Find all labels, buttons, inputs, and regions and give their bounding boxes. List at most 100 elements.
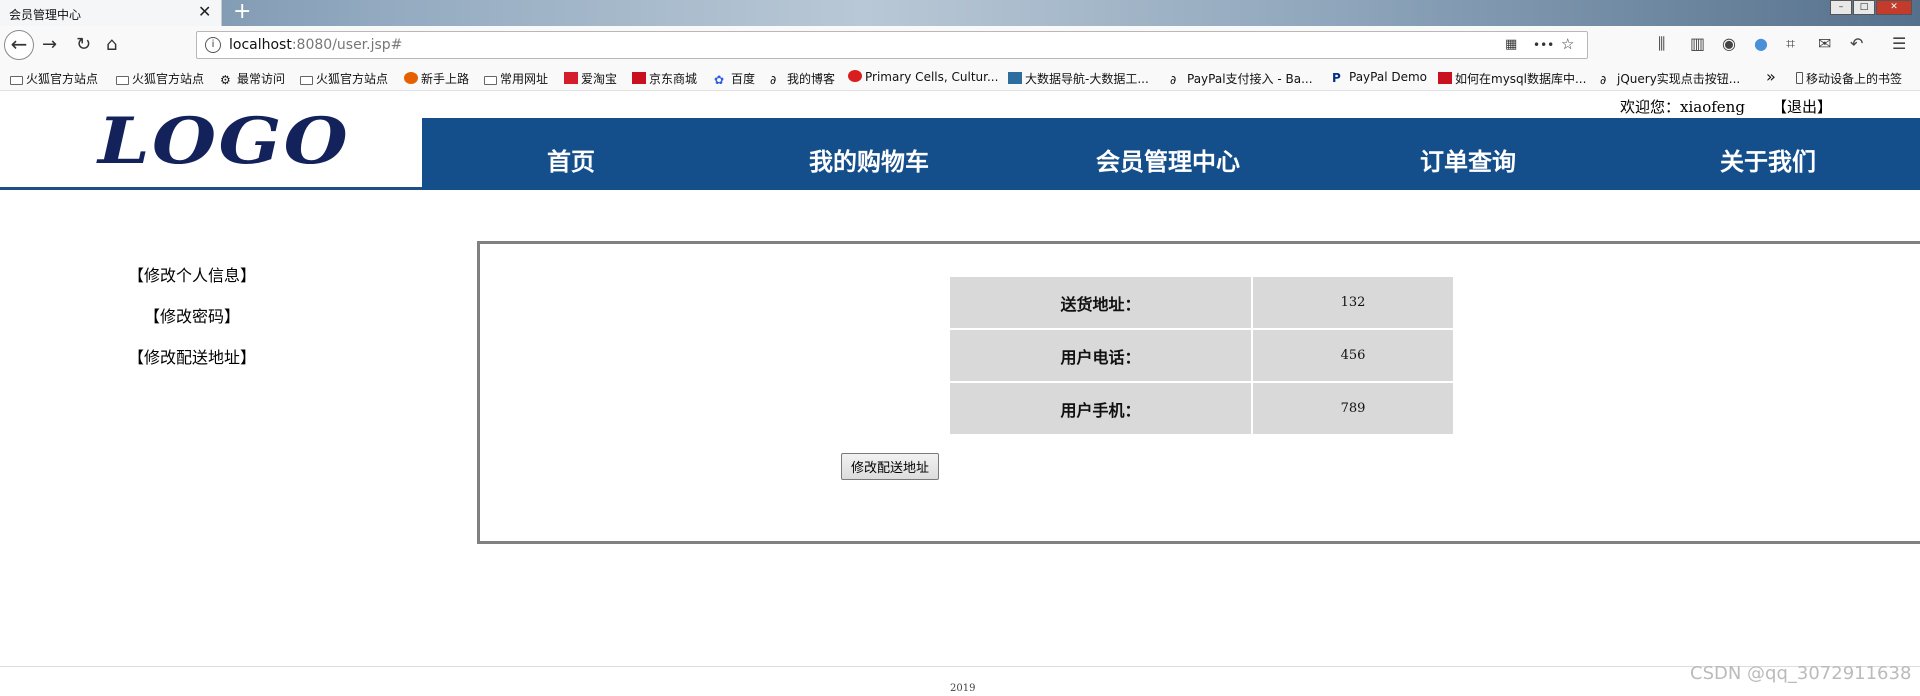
folder-icon xyxy=(116,76,129,85)
nav-about-us[interactable]: 关于我们 xyxy=(1720,142,1816,177)
bookmark-item[interactable]: Primary Cells, Cultur... xyxy=(848,70,998,84)
bookmark-label: 如何在mysql数据库中... xyxy=(1455,72,1587,86)
bookmark-label: 火狐官方站点 xyxy=(26,72,99,86)
bookmark-item[interactable]: ✿ 百度 xyxy=(714,70,755,87)
folder-icon xyxy=(300,76,313,85)
screenshot-icon[interactable]: ⌗ xyxy=(1786,34,1795,54)
bookmark-label: 新手上路 xyxy=(421,72,470,86)
user-mobile-value: 789 xyxy=(1253,383,1453,434)
table-row: 用户电话： 456 xyxy=(950,330,1453,381)
bookmark-label: 常用网址 xyxy=(500,72,549,86)
close-tab-icon[interactable]: ✕ xyxy=(198,2,211,21)
bookmark-item[interactable]: 大数据导航-大数据工... xyxy=(1008,70,1149,87)
url-path: :8080/user.jsp# xyxy=(291,37,403,53)
menu-icon[interactable]: ☰ xyxy=(1892,34,1906,53)
bookmark-label: 百度 xyxy=(731,72,756,86)
bookmark-label: PayPal支付接入 - Ba... xyxy=(1187,72,1313,86)
csdn-icon xyxy=(1438,72,1452,84)
nav-home[interactable]: 首页 xyxy=(547,142,595,177)
header-divider xyxy=(0,187,422,190)
nav-member-center[interactable]: 会员管理中心 xyxy=(1096,142,1240,177)
bookmark-item[interactable]: 爱淘宝 xyxy=(564,70,617,87)
bookmarks-overflow-icon[interactable]: » xyxy=(1766,67,1776,86)
home-icon[interactable]: ⌂ xyxy=(106,34,117,56)
back-icon[interactable]: ← xyxy=(4,30,34,60)
delivery-address-value: 132 xyxy=(1253,277,1453,328)
bookmark-label: PayPal Demo xyxy=(1349,70,1428,84)
chat-icon[interactable]: ✉ xyxy=(1818,34,1831,53)
bookmark-item[interactable]: 火狐官方站点 xyxy=(116,70,204,87)
blog-icon: ∂ xyxy=(1600,73,1607,87)
bookmark-item[interactable]: P PayPal Demo xyxy=(1332,70,1428,85)
folder-icon xyxy=(10,76,23,85)
sidebar-change-password[interactable]: 【修改密码】 xyxy=(144,303,240,327)
bookmark-item[interactable]: 火狐官方站点 xyxy=(300,70,388,87)
bookmarks-bar: 火狐官方站点 火狐官方站点 ⚙ 最常访问 火狐官方站点 新手上路 常用网址 爱淘宝… xyxy=(0,66,1920,91)
site-icon xyxy=(1008,72,1022,84)
watermark-text: CSDN @qq_3072911638 xyxy=(1690,663,1912,684)
bookmark-label: jQuery实现点击按钮... xyxy=(1617,72,1741,86)
bookmark-item[interactable]: 新手上路 xyxy=(404,70,469,87)
site-icon xyxy=(848,70,862,82)
site-logo[interactable]: LOGO xyxy=(98,104,350,179)
bookmark-item[interactable]: ∂ 我的博客 xyxy=(770,70,835,87)
account-icon[interactable]: ◉ xyxy=(1722,34,1736,53)
bookmark-label: 京东商城 xyxy=(649,72,698,86)
blog-icon: ∂ xyxy=(1170,73,1177,87)
mobile-bookmarks[interactable]: 移动设备上的书签 xyxy=(1796,70,1902,87)
bookmark-label: 移动设备上的书签 xyxy=(1806,72,1903,86)
bookmark-label: 爱淘宝 xyxy=(581,72,618,86)
sidebar-icon[interactable]: ▥ xyxy=(1690,34,1705,53)
url-text[interactable]: localhost:8080/user.jsp# xyxy=(229,37,402,53)
user-mobile-label: 用户手机： xyxy=(950,383,1251,434)
qr-code-icon[interactable]: ▦ xyxy=(1505,37,1517,52)
bookmark-label: 火狐官方站点 xyxy=(316,72,389,86)
firefox-icon xyxy=(404,72,418,84)
bookmark-item[interactable]: ⚙ 最常访问 xyxy=(220,70,285,87)
table-row: 用户手机： 789 xyxy=(950,383,1453,434)
table-row: 送货地址： 132 xyxy=(950,277,1453,328)
welcome-text: 欢迎您：xiaofeng xyxy=(1620,98,1745,116)
page-actions-icon[interactable]: ••• xyxy=(1533,38,1554,52)
bookmark-label: 火狐官方站点 xyxy=(132,72,205,86)
bookmark-item[interactable]: 常用网址 xyxy=(484,70,548,87)
blog-icon: ∂ xyxy=(770,73,777,87)
browser-toolbar: ← → ↻ ⌂ i localhost:8080/user.jsp# ▦ •••… xyxy=(0,26,1920,67)
maximize-button[interactable]: □ xyxy=(1853,0,1875,15)
undo-icon[interactable]: ↶ xyxy=(1850,34,1863,53)
close-window-button[interactable]: ✕ xyxy=(1876,0,1912,15)
gear-icon: ⚙ xyxy=(220,73,231,87)
bookmark-label: 大数据导航-大数据工... xyxy=(1025,72,1149,86)
bookmark-item[interactable]: 火狐官方站点 xyxy=(10,70,98,87)
new-tab-button[interactable]: + xyxy=(233,0,251,24)
logout-link[interactable]: 【退出】 xyxy=(1772,96,1832,117)
library-icon[interactable]: ⫼ xyxy=(1658,34,1665,54)
browser-tab[interactable]: 会员管理中心 ✕ xyxy=(0,0,222,26)
bookmark-item[interactable]: 京东商城 xyxy=(632,70,697,87)
address-bar[interactable]: i localhost:8080/user.jsp# ▦ ••• ☆ xyxy=(196,31,1588,59)
paypal-icon: P xyxy=(1332,71,1341,85)
sidebar-edit-profile[interactable]: 【修改个人信息】 xyxy=(128,262,256,286)
mobile-icon xyxy=(1796,72,1803,84)
site-info-icon[interactable]: i xyxy=(205,37,221,53)
main-nav: 首页 我的购物车 会员管理中心 订单查询 关于我们 xyxy=(422,118,1920,190)
bookmark-label: Primary Cells, Cultur... xyxy=(865,70,999,84)
bookmark-label: 我的博客 xyxy=(787,72,836,86)
forward-icon[interactable]: → xyxy=(42,34,57,56)
nav-cart[interactable]: 我的购物车 xyxy=(809,142,929,177)
bookmark-item[interactable]: ∂ jQuery实现点击按钮... xyxy=(1600,70,1740,87)
edit-address-button[interactable]: 修改配送地址 xyxy=(841,453,939,480)
nav-order-query[interactable]: 订单查询 xyxy=(1420,142,1516,177)
address-info-table: 送货地址： 132 用户电话： 456 用户手机： 789 xyxy=(948,275,1455,436)
bookmark-item[interactable]: 如何在mysql数据库中... xyxy=(1438,70,1586,87)
window-controls: – □ ✕ xyxy=(1829,0,1912,15)
jd-icon xyxy=(632,72,646,84)
minimize-button[interactable]: – xyxy=(1830,0,1852,15)
extension-globe-icon[interactable]: ● xyxy=(1754,34,1768,53)
bookmark-item[interactable]: ∂ PayPal支付接入 - Ba... xyxy=(1170,70,1313,87)
reload-icon[interactable]: ↻ xyxy=(76,34,91,56)
bookmark-star-icon[interactable]: ☆ xyxy=(1561,35,1574,53)
taobao-icon xyxy=(564,72,578,84)
sidebar-edit-address[interactable]: 【修改配送地址】 xyxy=(128,344,256,368)
bookmark-label: 最常访问 xyxy=(237,72,286,86)
